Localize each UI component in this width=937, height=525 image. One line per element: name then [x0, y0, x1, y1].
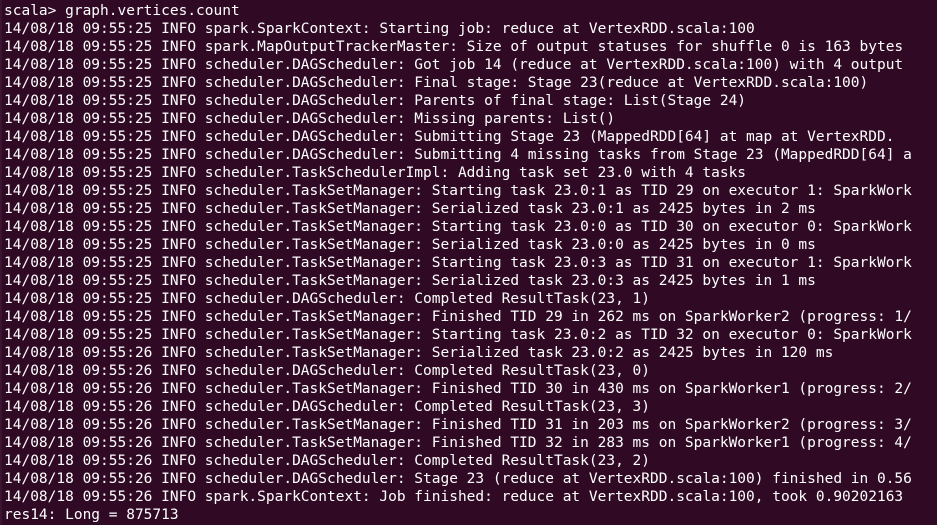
log-line: 14/08/18 09:55:25 INFO scheduler.TaskSch…: [4, 165, 747, 181]
log-line: 14/08/18 09:55:25 INFO scheduler.DAGSche…: [4, 111, 616, 127]
log-line: 14/08/18 09:55:26 INFO scheduler.TaskSet…: [4, 345, 834, 361]
log-line: 14/08/18 09:55:26 INFO spark.SparkContex…: [4, 489, 904, 505]
log-line: 14/08/18 09:55:25 INFO scheduler.TaskSet…: [4, 255, 912, 271]
log-line: 14/08/18 09:55:25 INFO spark.SparkContex…: [4, 21, 755, 37]
log-line: 14/08/18 09:55:26 INFO scheduler.DAGSche…: [4, 363, 651, 379]
log-line: 14/08/18 09:55:25 INFO scheduler.TaskSet…: [4, 219, 912, 235]
terminal-window[interactable]: scala> graph.vertices.count 14/08/18 09:…: [0, 0, 937, 525]
log-line: 14/08/18 09:55:26 INFO scheduler.DAGSche…: [4, 471, 912, 487]
log-line: 14/08/18 09:55:25 INFO scheduler.TaskSet…: [4, 183, 912, 199]
log-line: 14/08/18 09:55:26 INFO scheduler.DAGSche…: [4, 453, 651, 469]
log-line: 14/08/18 09:55:25 INFO scheduler.TaskSet…: [4, 309, 912, 325]
log-line: 14/08/18 09:55:26 INFO scheduler.TaskSet…: [4, 417, 912, 433]
result-line: res14: Long = 875713: [4, 507, 179, 523]
terminal-output: scala> graph.vertices.count 14/08/18 09:…: [4, 2, 937, 524]
log-line: 14/08/18 09:55:26 INFO scheduler.DAGSche…: [4, 399, 651, 415]
prompt-line[interactable]: scala> graph.vertices.count: [4, 2, 937, 20]
log-line: 14/08/18 09:55:26 INFO scheduler.TaskSet…: [4, 381, 912, 397]
log-line: 14/08/18 09:55:25 INFO scheduler.DAGSche…: [4, 75, 869, 91]
log-line: 14/08/18 09:55:25 INFO scheduler.DAGSche…: [4, 57, 904, 73]
log-line: 14/08/18 09:55:25 INFO scheduler.DAGSche…: [4, 147, 912, 163]
log-line: 14/08/18 09:55:25 INFO scheduler.TaskSet…: [4, 327, 912, 343]
log-line: 14/08/18 09:55:25 INFO scheduler.DAGSche…: [4, 129, 895, 145]
log-line: 14/08/18 09:55:25 INFO scheduler.TaskSet…: [4, 201, 816, 217]
terminal-left-border: [0, 0, 2, 525]
log-line: 14/08/18 09:55:25 INFO spark.MapOutputTr…: [4, 39, 904, 55]
log-line: 14/08/18 09:55:26 INFO scheduler.TaskSet…: [4, 435, 912, 451]
log-line: 14/08/18 09:55:25 INFO scheduler.DAGSche…: [4, 291, 651, 307]
log-line: 14/08/18 09:55:25 INFO scheduler.TaskSet…: [4, 273, 816, 289]
log-line: 14/08/18 09:55:25 INFO scheduler.TaskSet…: [4, 237, 816, 253]
log-line: 14/08/18 09:55:25 INFO scheduler.DAGSche…: [4, 93, 747, 109]
